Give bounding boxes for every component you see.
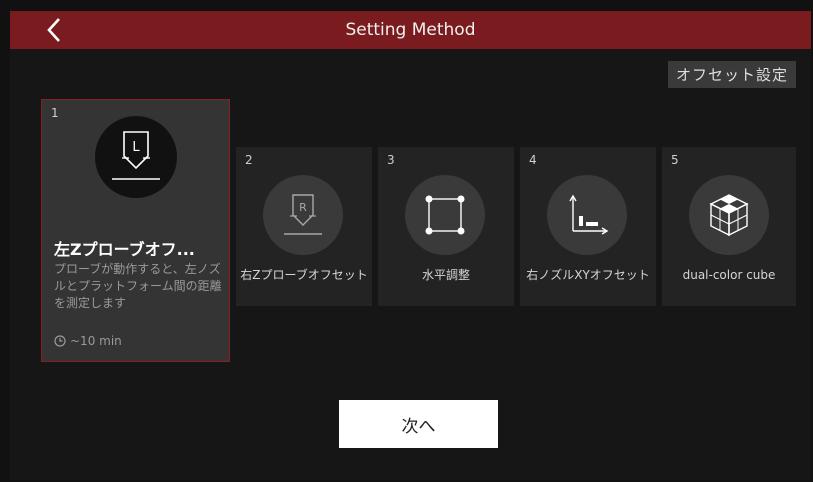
method-card-5[interactable]: 5 dual-color cube (662, 147, 796, 306)
card-icon-circle (689, 175, 769, 255)
clock-icon (54, 335, 66, 347)
xy-axis-icon (569, 194, 609, 235)
card-number: 5 (671, 153, 679, 167)
header-bar: Setting Method (10, 11, 811, 49)
probe-R-icon: R (284, 194, 322, 235)
card-icon-circle (405, 175, 485, 255)
probe-L-icon: L (112, 131, 160, 180)
card-number: 2 (245, 153, 253, 167)
method-card-2[interactable]: 2 R 右Zプローブオフセット (236, 147, 372, 306)
card-icon-circle: L (95, 116, 177, 198)
card-label: 右Zプローブオフセット (240, 268, 368, 282)
svg-text:L: L (132, 140, 140, 155)
card-icon-circle (547, 175, 627, 255)
svg-text:R: R (299, 201, 307, 214)
card-time-text: ~10 min (70, 334, 122, 348)
next-button[interactable]: 次へ (339, 400, 498, 448)
method-card-3[interactable]: 3 水平調整 (378, 147, 514, 306)
card-number: 3 (387, 153, 395, 167)
leveling-square-icon (425, 195, 465, 235)
card-label: 右ノズルXYオフセット (526, 268, 650, 282)
card-description: プローブが動作すると、左ノズルとプラットフォーム間の距離を測定します (54, 262, 222, 310)
cube-icon (709, 194, 749, 237)
card-time: ~10 min (54, 334, 122, 348)
card-label: 水平調整 (421, 268, 470, 282)
method-card-4[interactable]: 4 右ノズルXYオフセット (520, 147, 656, 306)
offset-settings-button[interactable]: オフセット設定 (668, 61, 796, 88)
card-title: 左Zプローブオフ... (54, 240, 195, 259)
card-number: 4 (529, 153, 537, 167)
method-card-1[interactable]: 1 L 左Zプローブオフ... プローブが動作すると、左ノズルとプラットフォーム… (41, 99, 230, 362)
card-label: dual-color cube (682, 268, 776, 282)
page-title: Setting Method (345, 20, 476, 40)
card-icon-circle: R (263, 175, 343, 255)
card-number: 1 (51, 106, 59, 120)
